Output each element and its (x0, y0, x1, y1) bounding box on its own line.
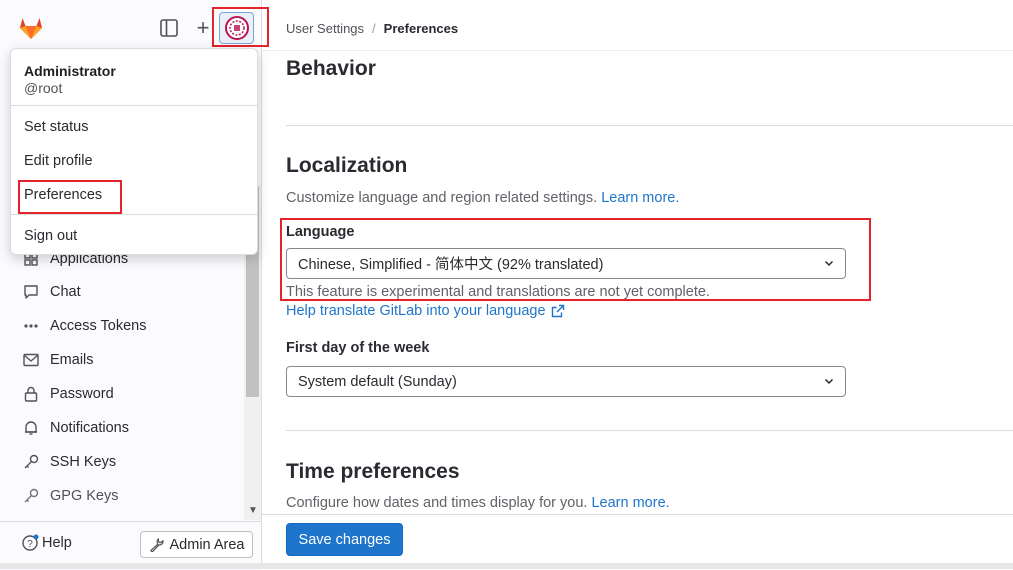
sidebar-item-label: Emails (50, 352, 94, 368)
help-label: Help (42, 535, 72, 551)
first-day-label: First day of the week (286, 340, 430, 356)
first-day-select-value: System default (Sunday) (298, 373, 457, 390)
language-label: Language (286, 224, 355, 240)
external-link-icon (551, 304, 564, 318)
behavior-heading: Behavior (286, 57, 376, 80)
sidebar-item-label: Notifications (50, 420, 129, 436)
sidebar-item-label: Chat (50, 284, 81, 300)
avatar (225, 16, 249, 40)
first-day-select[interactable]: System default (Sunday) (286, 366, 846, 397)
help-button[interactable]: ? Help (21, 534, 72, 552)
localization-description: Customize language and region related se… (286, 190, 679, 206)
user-name: Administrator (24, 63, 116, 79)
create-new-icon[interactable]: + (192, 14, 214, 42)
window-bottom-edge (0, 563, 1013, 569)
save-bar-divider (262, 514, 1013, 515)
time-preferences-learn-more-link[interactable]: Learn more. (591, 495, 669, 511)
breadcrumb-current[interactable]: Preferences (384, 21, 458, 36)
section-divider (286, 125, 1013, 126)
language-select[interactable]: Chinese, Simplified - 简体中文 (92% translat… (286, 248, 846, 279)
mail-icon (22, 351, 40, 369)
sidebar-toggle-icon[interactable] (158, 17, 180, 39)
sidebar-item-label: GPG Keys (50, 488, 119, 504)
section-divider (286, 430, 1013, 431)
key-icon (22, 453, 40, 471)
admin-area-label: Admin Area (169, 536, 245, 553)
time-preferences-description: Configure how dates and times display fo… (286, 495, 670, 511)
sidebar-item-notifications[interactable]: Notifications (8, 411, 244, 445)
sidebar-item-access-tokens[interactable]: Access Tokens (8, 309, 244, 343)
key-icon (22, 487, 40, 505)
sidebar-item-chat[interactable]: Chat (8, 275, 244, 309)
time-preferences-description-text: Configure how dates and times display fo… (286, 495, 588, 511)
menu-item-sign-out[interactable]: Sign out (24, 228, 77, 244)
lock-icon (22, 385, 40, 403)
wrench-icon (149, 538, 164, 552)
menu-item-preferences[interactable]: Preferences (24, 187, 102, 203)
svg-text:?: ? (27, 539, 33, 550)
header-divider (262, 50, 1013, 51)
divider (11, 214, 257, 215)
admin-area-button[interactable]: Admin Area (140, 531, 253, 558)
chat-icon (22, 283, 40, 301)
breadcrumb-parent[interactable]: User Settings (286, 21, 364, 36)
save-changes-button[interactable]: Save changes (286, 523, 403, 556)
menu-item-set-status[interactable]: Set status (24, 119, 88, 135)
gitlab-logo-icon[interactable] (17, 14, 45, 42)
chevron-down-icon (824, 260, 834, 267)
language-help-text: This feature is experimental and transla… (286, 284, 710, 300)
divider (11, 105, 257, 106)
scroll-down-icon[interactable]: ▼ (248, 505, 258, 516)
sidebar-item-password[interactable]: Password (8, 377, 244, 411)
bell-icon (22, 419, 40, 437)
time-preferences-heading: Time preferences (286, 460, 460, 483)
sidebar-item-label: Password (50, 386, 114, 402)
localization-learn-more-link[interactable]: Learn more. (601, 190, 679, 206)
sidebar-item-ssh-keys[interactable]: SSH Keys (8, 445, 244, 479)
chevron-down-icon (824, 378, 834, 385)
sidebar-item-emails[interactable]: Emails (8, 343, 244, 377)
sidebar-item-label: SSH Keys (50, 454, 117, 470)
user-handle: @root (24, 80, 63, 96)
token-icon (22, 317, 40, 335)
breadcrumb-separator: / (372, 21, 376, 36)
user-avatar-button[interactable] (219, 12, 254, 44)
user-menu-dropdown: Administrator @root Set status Edit prof… (10, 48, 258, 255)
translate-link-label: Help translate GitLab into your language (286, 303, 546, 319)
localization-description-text: Customize language and region related se… (286, 190, 598, 206)
language-select-value: Chinese, Simplified - 简体中文 (92% translat… (298, 257, 604, 273)
help-icon: ? (22, 534, 39, 551)
sidebar-item-gpg-keys[interactable]: GPG Keys (8, 479, 244, 513)
localization-heading: Localization (286, 154, 408, 177)
breadcrumb: User Settings / Preferences (286, 21, 458, 36)
translate-gitlab-link[interactable]: Help translate GitLab into your language (286, 303, 565, 319)
menu-item-edit-profile[interactable]: Edit profile (24, 153, 93, 169)
sidebar-item-label: Access Tokens (50, 318, 147, 334)
